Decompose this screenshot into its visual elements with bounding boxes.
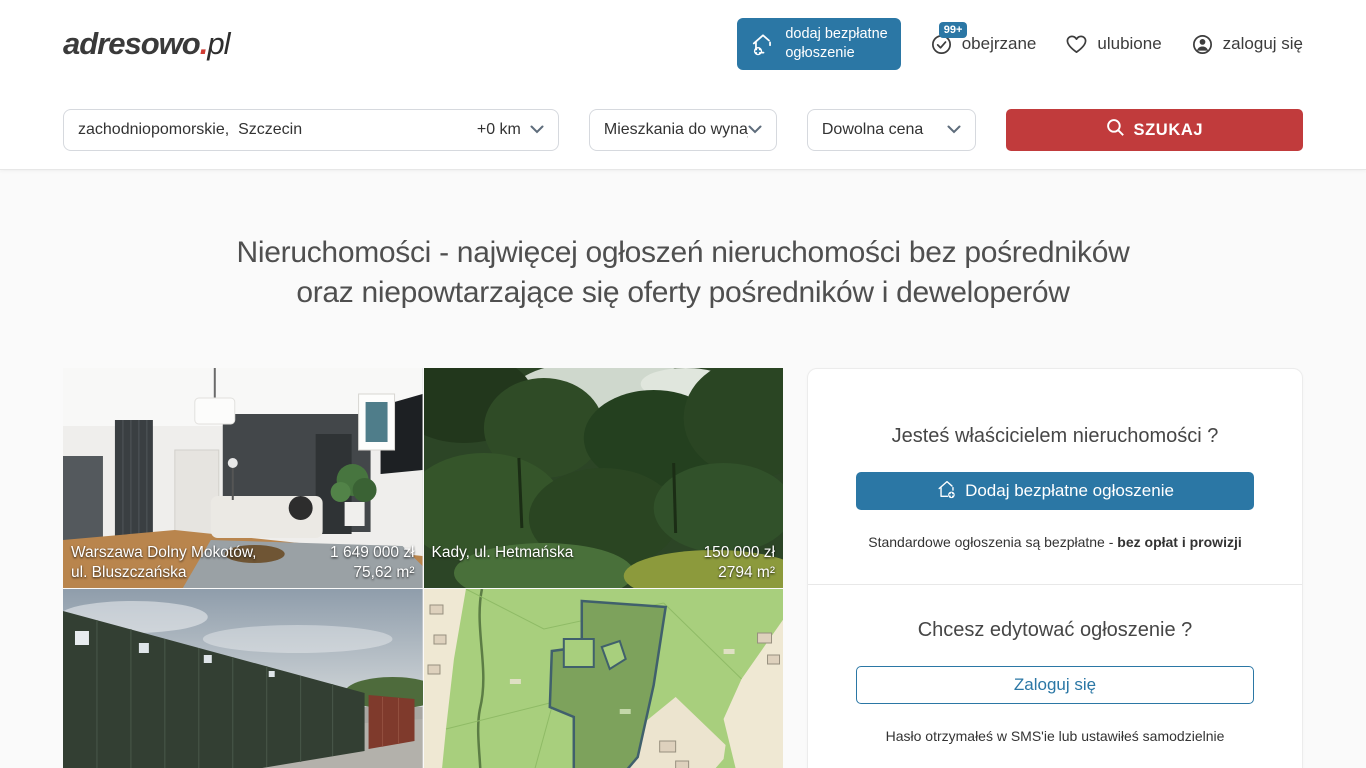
listing-title: Kady, ul. Hetmańska: [432, 543, 574, 563]
listing-card[interactable]: Kady, ul. Hetmańska 150 000 zł 2794 m²: [424, 368, 784, 588]
listing-area: 75,62 m²: [353, 563, 414, 583]
listing-card[interactable]: Nowa Jastrząbka300 000 zł: [424, 589, 784, 768]
listing-card[interactable]: Warszawa Dolny Mokotów, 1 649 000 zł ul. …: [63, 368, 423, 588]
panel-add-listing-label: Dodaj bezpłatne ogłoszenie: [965, 481, 1174, 501]
nav-item-login[interactable]: zaloguj się: [1191, 33, 1303, 56]
category-value: Mieszkania do wynajęc: [604, 121, 748, 139]
panel-login-button[interactable]: Zaloguj się: [856, 666, 1254, 704]
viewed-label: obejrzane: [962, 34, 1037, 54]
logo-tld: pl: [207, 26, 229, 61]
logo-brand: adresowo: [63, 26, 200, 61]
map-parcel-photo: [424, 589, 784, 768]
listing-caption: Warszawa Dolny Mokotów, 1 649 000 zł ul. …: [71, 543, 415, 583]
search-icon: [1106, 118, 1125, 142]
edit-note: Hasło otrzymałeś w SMS'ie lub ustawiłeś …: [856, 728, 1254, 744]
add-listing-button[interactable]: dodaj bezpłatne ogłoszenie: [737, 18, 900, 70]
search-button[interactable]: SZUKAJ: [1006, 109, 1303, 151]
header: adresowo.pl dodaj bezpłatne ogłoszenie: [0, 0, 1366, 170]
chevron-down-icon: [947, 121, 961, 139]
owner-note: Standardowe ogłoszenia są bezpłatne - be…: [856, 534, 1254, 550]
owner-panel: Jesteś właścicielem nieruchomości ? Doda…: [807, 368, 1303, 768]
listing-title: Warszawa Dolny Mokotów,: [71, 543, 257, 563]
top-nav: dodaj bezpłatne ogłoszenie 99+ obejrzane: [737, 18, 1303, 70]
listing-card[interactable]: Kraków Prądnik Biały, ul.700 zł: [63, 589, 423, 768]
add-home-icon: [936, 478, 958, 505]
category-dropdown[interactable]: Mieszkania do wynajęc: [589, 109, 777, 151]
listing-price: 150 000 zł: [703, 543, 775, 563]
user-icon: [1191, 33, 1214, 56]
featured-listings-grid: Warszawa Dolny Mokotów, 1 649 000 zł ul. …: [63, 368, 783, 768]
add-listing-label: dodaj bezpłatne ogłoszenie: [785, 25, 887, 63]
price-value: Dowolna cena: [822, 121, 947, 139]
radius-dropdown[interactable]: +0 km: [477, 121, 544, 139]
listing-price: 1 649 000 zł: [330, 543, 414, 563]
chevron-down-icon: [748, 121, 762, 139]
search-bar: +0 km Mieszkania do wynajęc Dowolna cena…: [63, 109, 1303, 151]
panel-add-listing-button[interactable]: Dodaj bezpłatne ogłoszenie: [856, 472, 1254, 510]
top-bar: adresowo.pl dodaj bezpłatne ogłoszenie: [63, 0, 1303, 88]
viewed-check-icon: 99+: [930, 33, 953, 56]
panel-login-label: Zaloguj się: [1014, 675, 1096, 695]
storage-containers-photo: [63, 589, 423, 768]
owner-heading: Jesteś właścicielem nieruchomości ?: [856, 425, 1254, 448]
listing-caption: Kady, ul. Hetmańska 150 000 zł 2794 m²: [432, 543, 776, 583]
radius-value: +0 km: [477, 121, 521, 139]
search-button-label: SZUKAJ: [1134, 121, 1204, 140]
nav-item-favorites[interactable]: ulubione: [1065, 34, 1161, 55]
price-dropdown[interactable]: Dowolna cena: [807, 109, 976, 151]
favorites-label: ulubione: [1097, 34, 1161, 54]
location-field[interactable]: +0 km: [63, 109, 559, 151]
edit-heading: Chcesz edytować ogłoszenie ?: [856, 619, 1254, 642]
logo[interactable]: adresowo.pl: [63, 26, 229, 62]
nav-item-viewed[interactable]: 99+ obejrzane: [930, 33, 1037, 56]
listing-area: 2794 m²: [718, 563, 775, 583]
chevron-down-icon: [530, 121, 544, 139]
heart-icon: [1065, 34, 1088, 55]
panel-divider: [808, 584, 1302, 585]
page-title: Nieruchomości - najwięcej ogłoszeń nieru…: [0, 233, 1366, 313]
main-content: Warszawa Dolny Mokotów, 1 649 000 zł ul. …: [0, 368, 1366, 768]
viewed-count-badge: 99+: [939, 22, 968, 39]
location-input[interactable]: [78, 121, 477, 139]
add-home-icon: [750, 31, 776, 57]
listing-title-2: ul. Bluszczańska: [71, 563, 186, 583]
login-label: zaloguj się: [1223, 34, 1303, 54]
